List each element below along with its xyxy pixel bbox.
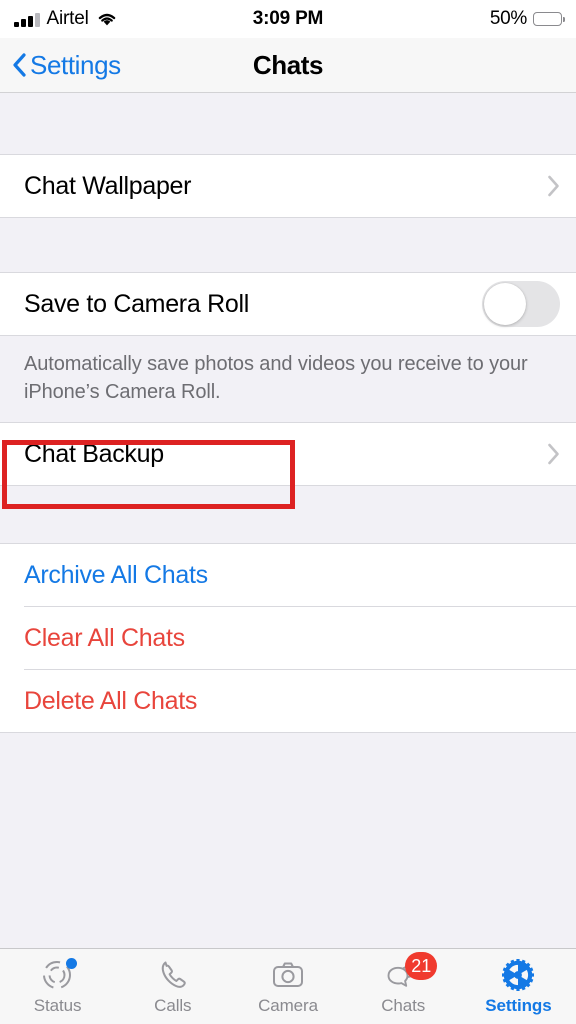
section-gap bbox=[0, 486, 576, 543]
chat-bubbles-icon: 21 bbox=[383, 952, 438, 993]
tab-camera-label: Camera bbox=[258, 996, 318, 1015]
save-to-camera-roll-row[interactable]: Save to Camera Roll bbox=[0, 273, 576, 335]
clear-all-chats-row[interactable]: Clear All Chats bbox=[0, 607, 576, 669]
camera-roll-footer-note: Automatically save photos and videos you… bbox=[0, 336, 576, 422]
camera-roll-section: Save to Camera Roll bbox=[0, 272, 576, 336]
chats-unread-badge: 21 bbox=[405, 952, 438, 980]
chevron-right-icon bbox=[547, 175, 560, 197]
toggle-knob bbox=[484, 283, 526, 325]
tab-bar: Status Calls Camera 21 Chats Settings bbox=[0, 948, 576, 1024]
tab-calls[interactable]: Calls bbox=[115, 957, 230, 1016]
tab-status-label: Status bbox=[33, 996, 82, 1015]
clear-all-chats-label: Clear All Chats bbox=[24, 623, 185, 652]
save-to-camera-roll-toggle[interactable] bbox=[482, 281, 560, 327]
tab-chats[interactable]: 21 Chats bbox=[346, 952, 461, 1016]
phone-icon bbox=[153, 957, 193, 993]
chat-actions-section: Archive All Chats Clear All Chats Delete… bbox=[0, 543, 576, 733]
chat-wallpaper-label: Chat Wallpaper bbox=[24, 171, 192, 200]
tab-chats-label: Chats bbox=[381, 996, 426, 1015]
back-button-label: Settings bbox=[30, 49, 121, 80]
chat-backup-section: Chat Backup bbox=[0, 422, 576, 486]
battery-icon bbox=[533, 12, 565, 26]
camera-icon bbox=[268, 957, 308, 993]
back-button[interactable]: Settings bbox=[0, 50, 121, 81]
app-screen: Airtel 3:09 PM 50% Settings Chats Chat W… bbox=[0, 0, 576, 1024]
tab-settings-label: Settings bbox=[485, 996, 552, 1015]
wallpaper-section: Chat Wallpaper bbox=[0, 154, 576, 218]
section-gap bbox=[0, 93, 576, 154]
navigation-bar: Settings Chats bbox=[0, 38, 576, 93]
archive-all-chats-row[interactable]: Archive All Chats bbox=[0, 544, 576, 606]
chat-wallpaper-row[interactable]: Chat Wallpaper bbox=[0, 155, 576, 217]
battery-percent-label: 50% bbox=[489, 8, 527, 29]
save-to-camera-roll-label: Save to Camera Roll bbox=[24, 289, 249, 318]
status-bar: Airtel 3:09 PM 50% bbox=[0, 0, 576, 38]
status-unread-dot bbox=[65, 958, 77, 969]
tab-settings[interactable]: Settings bbox=[461, 957, 576, 1016]
gear-icon bbox=[498, 957, 538, 993]
tab-camera[interactable]: Camera bbox=[230, 957, 345, 1016]
chat-backup-row[interactable]: Chat Backup bbox=[0, 423, 576, 485]
chevron-right-icon bbox=[547, 443, 560, 465]
section-gap bbox=[0, 218, 576, 272]
delete-all-chats-row[interactable]: Delete All Chats bbox=[0, 670, 576, 732]
status-rings-icon bbox=[38, 957, 78, 993]
delete-all-chats-label: Delete All Chats bbox=[24, 686, 198, 715]
chevron-left-icon bbox=[12, 53, 26, 77]
status-bar-right: 50% bbox=[489, 8, 565, 30]
archive-all-chats-label: Archive All Chats bbox=[24, 560, 208, 589]
chat-backup-label: Chat Backup bbox=[24, 439, 164, 468]
tab-status[interactable]: Status bbox=[0, 957, 115, 1016]
tab-calls-label: Calls bbox=[154, 996, 192, 1015]
